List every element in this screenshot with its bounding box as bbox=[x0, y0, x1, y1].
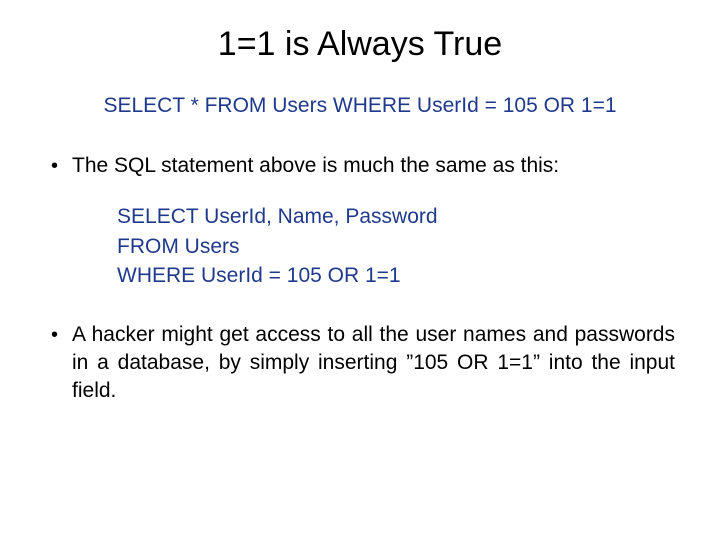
sql-statement-inner: SELECT UserId, Name, Password FROM Users… bbox=[117, 202, 675, 290]
bullet-marker-icon: • bbox=[51, 321, 58, 349]
sql-statement-main: SELECT * FROM Users WHERE UserId = 105 O… bbox=[45, 94, 675, 118]
bullet-item-1: • The SQL statement above is much the sa… bbox=[45, 152, 675, 180]
slide-title: 1=1 is Always True bbox=[45, 25, 675, 64]
sql-inner-line-1: SELECT UserId, Name, Password bbox=[117, 202, 675, 231]
sql-inner-line-2: FROM Users bbox=[117, 232, 675, 261]
bullet-marker-icon: • bbox=[51, 152, 58, 180]
bullet-text-2: A hacker might get access to all the use… bbox=[72, 321, 675, 406]
bullet-text-1: The SQL statement above is much the same… bbox=[72, 152, 675, 180]
sql-inner-line-3: WHERE UserId = 105 OR 1=1 bbox=[117, 261, 675, 290]
bullet-item-2: • A hacker might get access to all the u… bbox=[45, 321, 675, 406]
